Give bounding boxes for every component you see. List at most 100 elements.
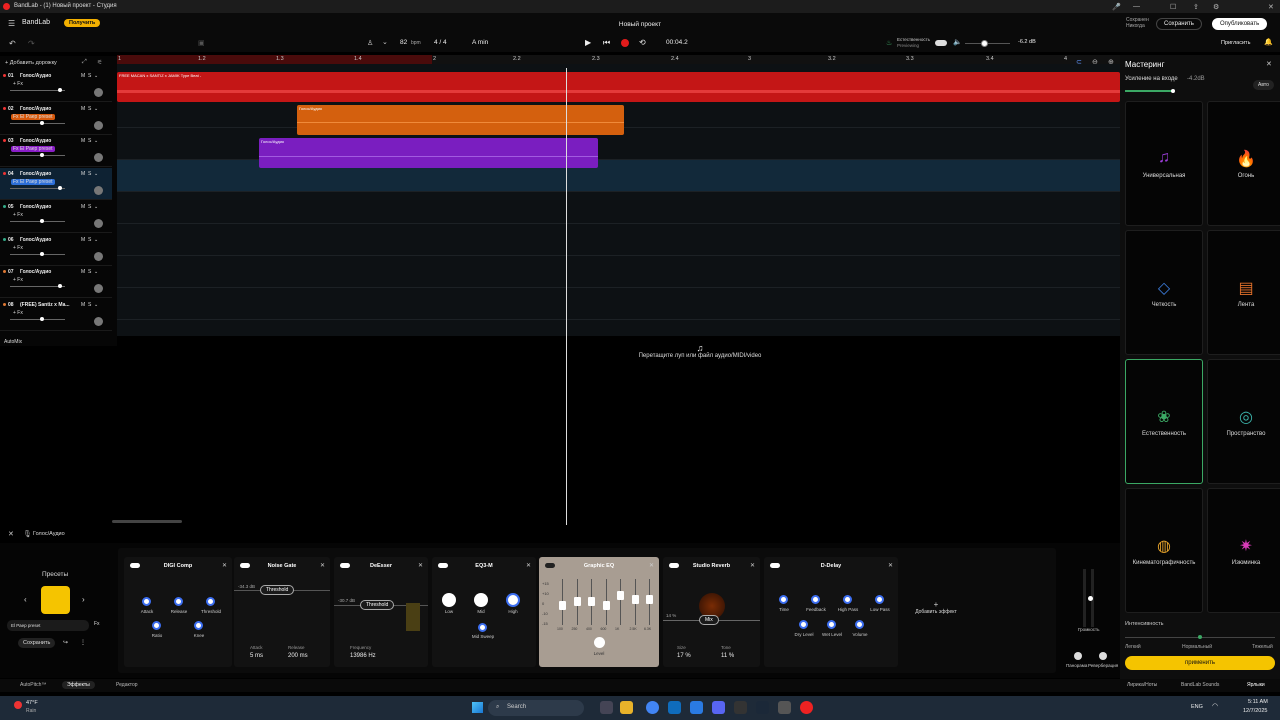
track-volume-slider[interactable] [10,88,65,92]
track-header[interactable]: 06 Голос/Аудио + Fx M S ⌄ [0,234,112,266]
share-icon[interactable]: ⇪ [1193,3,1199,11]
mute-solo-buttons[interactable]: M S ⌄ [81,204,98,210]
timeline-ruler[interactable]: 1 1.2 1.3 1.4 2 2.2 2.3 2.4 3 3.2 3.3 3.4 4 [117,55,1120,64]
settings-icon[interactable]: ▣ [198,39,205,47]
app-icon[interactable] [734,701,747,714]
mute-solo-buttons[interactable]: M S ⌄ [81,138,98,144]
threshold-control[interactable]: Threshold [260,585,295,595]
graphic-eq-effect[interactable]: Graphic EQ ✕ +15 +10 0 -10 -15 100 250 400 600 1K… [539,557,659,667]
high-pass-knob[interactable] [843,595,852,604]
mix-control[interactable]: Mix [699,615,719,625]
track-header[interactable]: 02 Голос/Аудио Fx El Раер preset M S ⌄ [0,103,112,135]
eq-band-track[interactable] [620,579,621,625]
mastering-toggle[interactable] [935,40,947,46]
next-preset-icon[interactable]: › [82,595,85,604]
volume-thumb[interactable] [58,284,62,289]
pan-knob[interactable] [94,284,103,294]
track-name[interactable]: 08 [8,302,14,308]
track-fx-button[interactable]: + Fx [11,212,25,218]
input-gain-thumb[interactable] [1171,89,1175,93]
track-title[interactable]: Голос/Аудио [20,237,51,243]
add-effect-button[interactable]: + Добавить эффект [905,600,967,615]
mid-sweep-knob[interactable] [478,623,487,632]
track-volume-slider[interactable] [10,251,65,256]
intensity-thumb[interactable] [1198,635,1202,639]
release-value[interactable]: 200 ms [288,653,308,659]
track-settings-icon[interactable]: ⚟ [97,59,102,66]
automix-row[interactable]: AutoMix [4,339,22,345]
steam-icon[interactable] [756,701,769,714]
pan-knob[interactable] [94,186,103,196]
low-knob[interactable] [442,593,456,607]
track-volume-slider[interactable] [10,120,65,125]
clock-date[interactable]: 12/7/2025 [1243,708,1267,714]
mute-solo-buttons[interactable]: M S ⌄ [81,73,98,79]
bpm-value[interactable]: 82 [400,39,407,46]
bandlab-taskbar-icon[interactable] [800,701,813,714]
track-name[interactable]: 02 [8,106,14,112]
level-knob[interactable] [594,637,605,648]
mic-icon[interactable]: 🎤 [1112,3,1121,11]
track-fx-button[interactable]: Fx El Раер preset [11,179,55,186]
track-volume-slider[interactable] [10,218,65,223]
track-volume-slider[interactable] [10,316,65,321]
loop-icon[interactable]: ⟲ [639,38,646,47]
attack-knob[interactable] [142,597,151,606]
eq-band-thumb[interactable] [559,601,566,610]
rewind-icon[interactable]: ⏮ [603,38,610,48]
track-volume-slider[interactable] [10,284,65,289]
tab-effects[interactable]: Эффекты [62,681,95,689]
mute-solo-buttons[interactable]: M S ⌄ [81,106,98,112]
expand-icon[interactable]: ⤢ [82,59,87,66]
discord-icon[interactable] [712,701,725,714]
mastering-preset-card[interactable]: ♫ Универсальная [1125,101,1203,226]
remove-effect-icon[interactable]: ✕ [222,562,227,569]
bell-icon[interactable]: 🔔 [1264,38,1273,46]
pan-knob[interactable] [1074,652,1082,660]
file-explorer-icon[interactable] [620,701,633,714]
pan-knob[interactable] [94,88,103,97]
redo-icon[interactable]: ↷ [28,39,35,48]
publish-button[interactable]: Опубликовать [1212,18,1268,30]
time-knob[interactable] [779,595,788,604]
digi-comp-effect[interactable]: DIGI Comp ✕ Attack Release Threshold Rat… [124,557,232,667]
record-button[interactable] [621,39,629,47]
wet-level-knob[interactable] [827,620,836,629]
master-volume-slider[interactable] [965,40,1010,47]
mastering-preset-card[interactable]: ◍ Кинематографичность [1125,488,1203,613]
track-header[interactable]: 03 Голос/Аудио Fx El Раер preset M S ⌄ [0,135,112,168]
remove-effect-icon[interactable]: ✕ [526,562,531,569]
track-title[interactable]: Голос/Аудио [20,269,51,275]
volume-thumb[interactable] [40,251,44,256]
search-box[interactable]: ⌕ Search [488,700,584,716]
preset-selector[interactable]: El Раер preset [7,620,89,631]
volume-thumb[interactable] [40,218,44,223]
track-fx-button[interactable]: Fx El Раер preset [11,146,55,153]
track-header[interactable]: 04 Голос/Аудио Fx El Раер preset M S ⌄ [0,168,112,201]
mute-solo-buttons[interactable]: M S ⌄ [81,237,98,243]
mute-solo-buttons[interactable]: M S ⌄ [81,269,98,275]
project-title[interactable]: Новый проект [600,21,680,28]
extensions-icon[interactable]: ⚙ [1213,3,1219,11]
audio-clip-vocal-3[interactable]: Голос/Аудио [259,138,598,168]
mastering-preset-card[interactable]: ◎ Пространство [1207,359,1280,484]
track-title[interactable]: Голос/Аудио [20,204,51,210]
windows-start-icon[interactable] [472,702,483,713]
close-panel-icon[interactable]: ✕ [1266,60,1272,68]
share-preset-icon[interactable]: ↪ [63,639,68,646]
menu-icon[interactable]: ☰ [8,19,15,28]
volume-thumb[interactable] [58,88,62,92]
track-header[interactable]: 05 Голос/Аудио + Fx M S ⌄ [0,201,112,233]
remove-effect-icon[interactable]: ✕ [320,562,325,569]
input-gain-slider[interactable] [1125,90,1173,92]
track-title[interactable]: (FREE) Santiz x Ма... [20,302,70,308]
track-title[interactable]: Голос/Аудио [20,171,51,177]
feedback-knob[interactable] [811,595,820,604]
volume-thumb[interactable] [40,153,44,158]
language-indicator[interactable]: ENG [1191,704,1203,710]
intensity-light[interactable]: Легкий [1125,644,1141,650]
track-name[interactable]: 03 [8,138,14,144]
reverb-knob[interactable] [1099,652,1107,660]
track-volume-slider[interactable] [10,186,65,191]
pan-knob[interactable] [94,218,103,228]
